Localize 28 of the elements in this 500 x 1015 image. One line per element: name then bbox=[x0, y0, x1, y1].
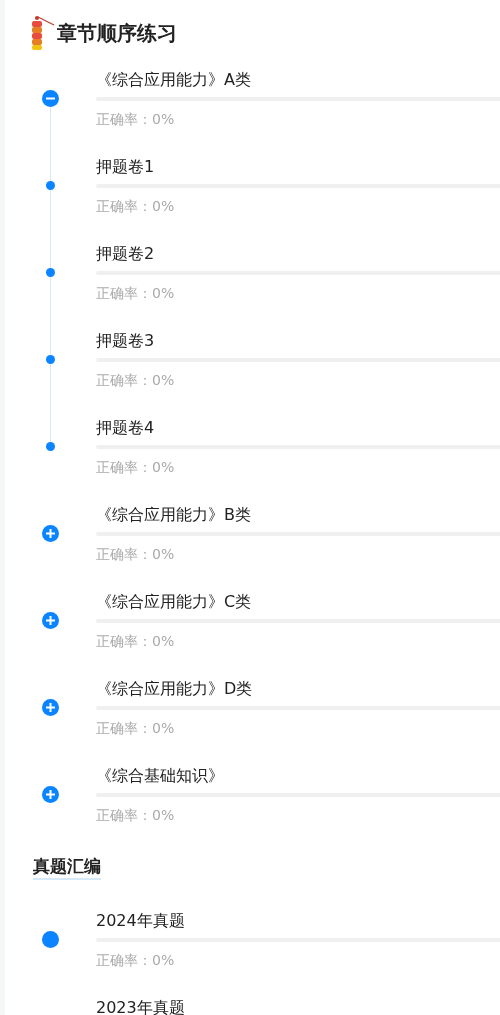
accuracy-text: 正确率：0% bbox=[96, 458, 176, 477]
expand-icon[interactable] bbox=[42, 786, 59, 803]
item-title[interactable]: 押题卷1 bbox=[96, 156, 500, 178]
item-title[interactable]: 《综合基础知识》 bbox=[96, 765, 500, 787]
accuracy-text: 正确率：0% bbox=[96, 806, 176, 825]
item-title[interactable]: 押题卷3 bbox=[96, 330, 500, 352]
item-title[interactable]: 《综合应用能力》C类 bbox=[96, 591, 500, 613]
item-title[interactable]: 押题卷4 bbox=[96, 417, 500, 439]
accuracy-text: 正确率：0% bbox=[96, 632, 176, 651]
expand-icon[interactable] bbox=[42, 525, 59, 542]
accuracy-text: 正确率：0% bbox=[96, 110, 176, 129]
accuracy-text: 正确率：0% bbox=[96, 719, 176, 738]
section-title: 章节顺序练习 bbox=[57, 20, 177, 47]
accuracy-text: 正确率：0% bbox=[96, 545, 176, 564]
accuracy-text: 正确率：0% bbox=[96, 371, 176, 390]
item-title[interactable]: 押题卷2 bbox=[96, 243, 500, 265]
item-title[interactable]: 2023年真题 bbox=[96, 997, 500, 1015]
expand-icon[interactable] bbox=[42, 699, 59, 716]
expand-icon[interactable] bbox=[42, 612, 59, 629]
item-title[interactable]: 《综合应用能力》A类 bbox=[96, 69, 500, 91]
accuracy-text: 正确率：0% bbox=[96, 284, 176, 303]
item-title[interactable]: 2024年真题 bbox=[96, 910, 500, 932]
item-title[interactable]: 《综合应用能力》B类 bbox=[96, 504, 500, 526]
collapse-icon[interactable] bbox=[42, 90, 59, 107]
accuracy-text: 正确率：0% bbox=[96, 197, 176, 216]
accuracy-text: 正确率：0% bbox=[96, 951, 176, 970]
section-title: 真题汇编 bbox=[33, 854, 101, 880]
item-title[interactable]: 《综合应用能力》D类 bbox=[96, 678, 500, 700]
